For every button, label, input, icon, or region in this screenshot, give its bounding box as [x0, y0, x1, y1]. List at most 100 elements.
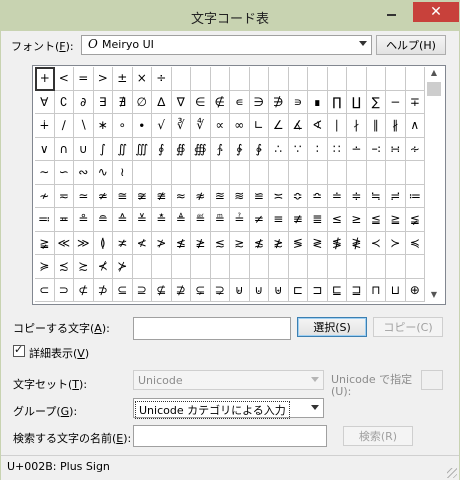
character-cell[interactable]: ⊈ — [152, 278, 172, 302]
character-cell[interactable]: ≝ — [191, 208, 211, 232]
character-cell[interactable]: ∖ — [74, 114, 94, 138]
charset-dropdown[interactable]: Unicode — [133, 370, 324, 390]
character-cell[interactable]: ≜ — [171, 208, 191, 232]
character-cell[interactable]: ≥ — [347, 208, 367, 232]
character-cell[interactable] — [347, 67, 367, 91]
character-cell[interactable]: ∾ — [74, 161, 94, 185]
character-cell[interactable]: ≶ — [288, 231, 308, 255]
character-cell[interactable]: ∴ — [269, 137, 289, 161]
character-cell[interactable]: ∡ — [288, 114, 308, 138]
character-cell[interactable]: ∊ — [230, 90, 250, 114]
character-cell[interactable]: ≍ — [269, 184, 289, 208]
character-cell[interactable]: ≉ — [191, 184, 211, 208]
character-cell[interactable]: ∇ — [171, 90, 191, 114]
font-dropdown[interactable]: O Meiryo UI — [81, 35, 372, 55]
character-cell[interactable]: ≚ — [132, 208, 152, 232]
character-cell[interactable] — [269, 161, 289, 185]
character-cell[interactable]: ± — [113, 67, 133, 91]
character-cell[interactable] — [132, 161, 152, 185]
character-cell[interactable]: ≐ — [327, 184, 347, 208]
character-cell[interactable]: ≌ — [249, 184, 269, 208]
character-cell[interactable]: ∔ — [35, 114, 55, 138]
character-cell[interactable]: ∐ — [347, 90, 367, 114]
character-cell[interactable]: ∆ — [152, 90, 172, 114]
character-cell[interactable]: ÷ — [152, 67, 172, 91]
character-cell[interactable]: ≳ — [230, 231, 250, 255]
character-cell[interactable]: ≑ — [347, 184, 367, 208]
character-cell[interactable] — [230, 255, 250, 279]
search-button[interactable]: 検索(R) — [343, 426, 413, 446]
character-cell[interactable] — [210, 67, 230, 91]
character-cell[interactable]: − — [386, 90, 406, 114]
character-cell[interactable]: ⊕ — [405, 278, 425, 302]
character-cell[interactable]: ⊔ — [386, 278, 406, 302]
character-cell[interactable] — [308, 67, 328, 91]
character-cell[interactable] — [405, 67, 425, 91]
character-cell[interactable] — [366, 255, 386, 279]
character-cell[interactable]: ∍ — [288, 90, 308, 114]
close-button[interactable]: ✕ — [413, 2, 459, 22]
title-bar[interactable]: 文字コード表 ✕ — [1, 1, 459, 31]
character-cell[interactable]: ∼ — [35, 161, 55, 185]
character-cell[interactable]: ≞ — [210, 208, 230, 232]
scroll-down-arrow-icon[interactable]: ▼ — [425, 290, 443, 300]
character-cell[interactable]: ≦ — [366, 208, 386, 232]
character-cell[interactable]: ≼ — [405, 231, 425, 255]
character-cell[interactable]: ∶ — [308, 137, 328, 161]
character-cell[interactable]: + — [35, 67, 55, 91]
character-cell[interactable]: ⊐ — [308, 278, 328, 302]
character-cell[interactable]: ⊃ — [54, 278, 74, 302]
character-cell[interactable] — [152, 161, 172, 185]
character-cell[interactable]: ≿ — [74, 255, 94, 279]
character-cell[interactable] — [386, 161, 406, 185]
character-cell[interactable]: ⊍ — [249, 278, 269, 302]
character-cell[interactable]: ∨ — [35, 137, 55, 161]
character-cell[interactable] — [210, 255, 230, 279]
character-cell[interactable]: ≆ — [132, 184, 152, 208]
character-cell[interactable] — [327, 161, 347, 185]
character-cell[interactable]: ≟ — [230, 208, 250, 232]
character-cell[interactable]: ≮ — [132, 231, 152, 255]
character-cell[interactable]: > — [93, 67, 113, 91]
character-cell[interactable] — [132, 255, 152, 279]
character-cell[interactable] — [386, 255, 406, 279]
character-cell[interactable]: ≾ — [54, 255, 74, 279]
character-cell[interactable]: ∁ — [54, 90, 74, 114]
character-cell[interactable]: ∢ — [308, 114, 328, 138]
character-cell[interactable]: ≧ — [386, 208, 406, 232]
character-cell[interactable]: ∎ — [308, 90, 328, 114]
character-cell[interactable] — [191, 161, 211, 185]
character-cell[interactable]: ≈ — [171, 184, 191, 208]
scroll-thumb[interactable] — [427, 82, 441, 96]
character-cell[interactable]: ≹ — [347, 231, 367, 255]
character-cell[interactable]: ∝ — [210, 114, 230, 138]
character-cell[interactable]: ≔ — [405, 184, 425, 208]
character-cell[interactable]: ≏ — [308, 184, 328, 208]
character-cell[interactable]: ∸ — [347, 137, 367, 161]
character-cell[interactable]: ≪ — [54, 231, 74, 255]
character-cell[interactable]: ∯ — [171, 137, 191, 161]
character-cell[interactable]: ∷ — [327, 137, 347, 161]
character-cell[interactable] — [269, 255, 289, 279]
character-cell[interactable]: ∹ — [366, 137, 386, 161]
character-cell[interactable]: ≵ — [269, 231, 289, 255]
character-cell[interactable]: ∄ — [113, 90, 133, 114]
character-cell[interactable]: ∮ — [152, 137, 172, 161]
character-cell[interactable]: ≬ — [93, 231, 113, 255]
character-cell[interactable]: ∃ — [93, 90, 113, 114]
character-cell[interactable]: < — [54, 67, 74, 91]
character-cell[interactable]: ≺ — [366, 231, 386, 255]
character-cell[interactable]: ⊆ — [113, 278, 133, 302]
character-cell[interactable]: ≄ — [93, 184, 113, 208]
minimize-button[interactable] — [377, 2, 405, 22]
character-cell[interactable]: ∉ — [210, 90, 230, 114]
character-cell[interactable]: √ — [152, 114, 172, 138]
character-cell[interactable]: ≊ — [210, 184, 230, 208]
character-cell[interactable]: ≗ — [74, 208, 94, 232]
select-button[interactable]: 選択(S) — [297, 317, 367, 337]
character-cell[interactable]: ≖ — [54, 208, 74, 232]
character-cell[interactable] — [269, 67, 289, 91]
copy-chars-input[interactable] — [133, 317, 291, 340]
character-cell[interactable]: ∀ — [35, 90, 55, 114]
character-cell[interactable]: ∞ — [230, 114, 250, 138]
